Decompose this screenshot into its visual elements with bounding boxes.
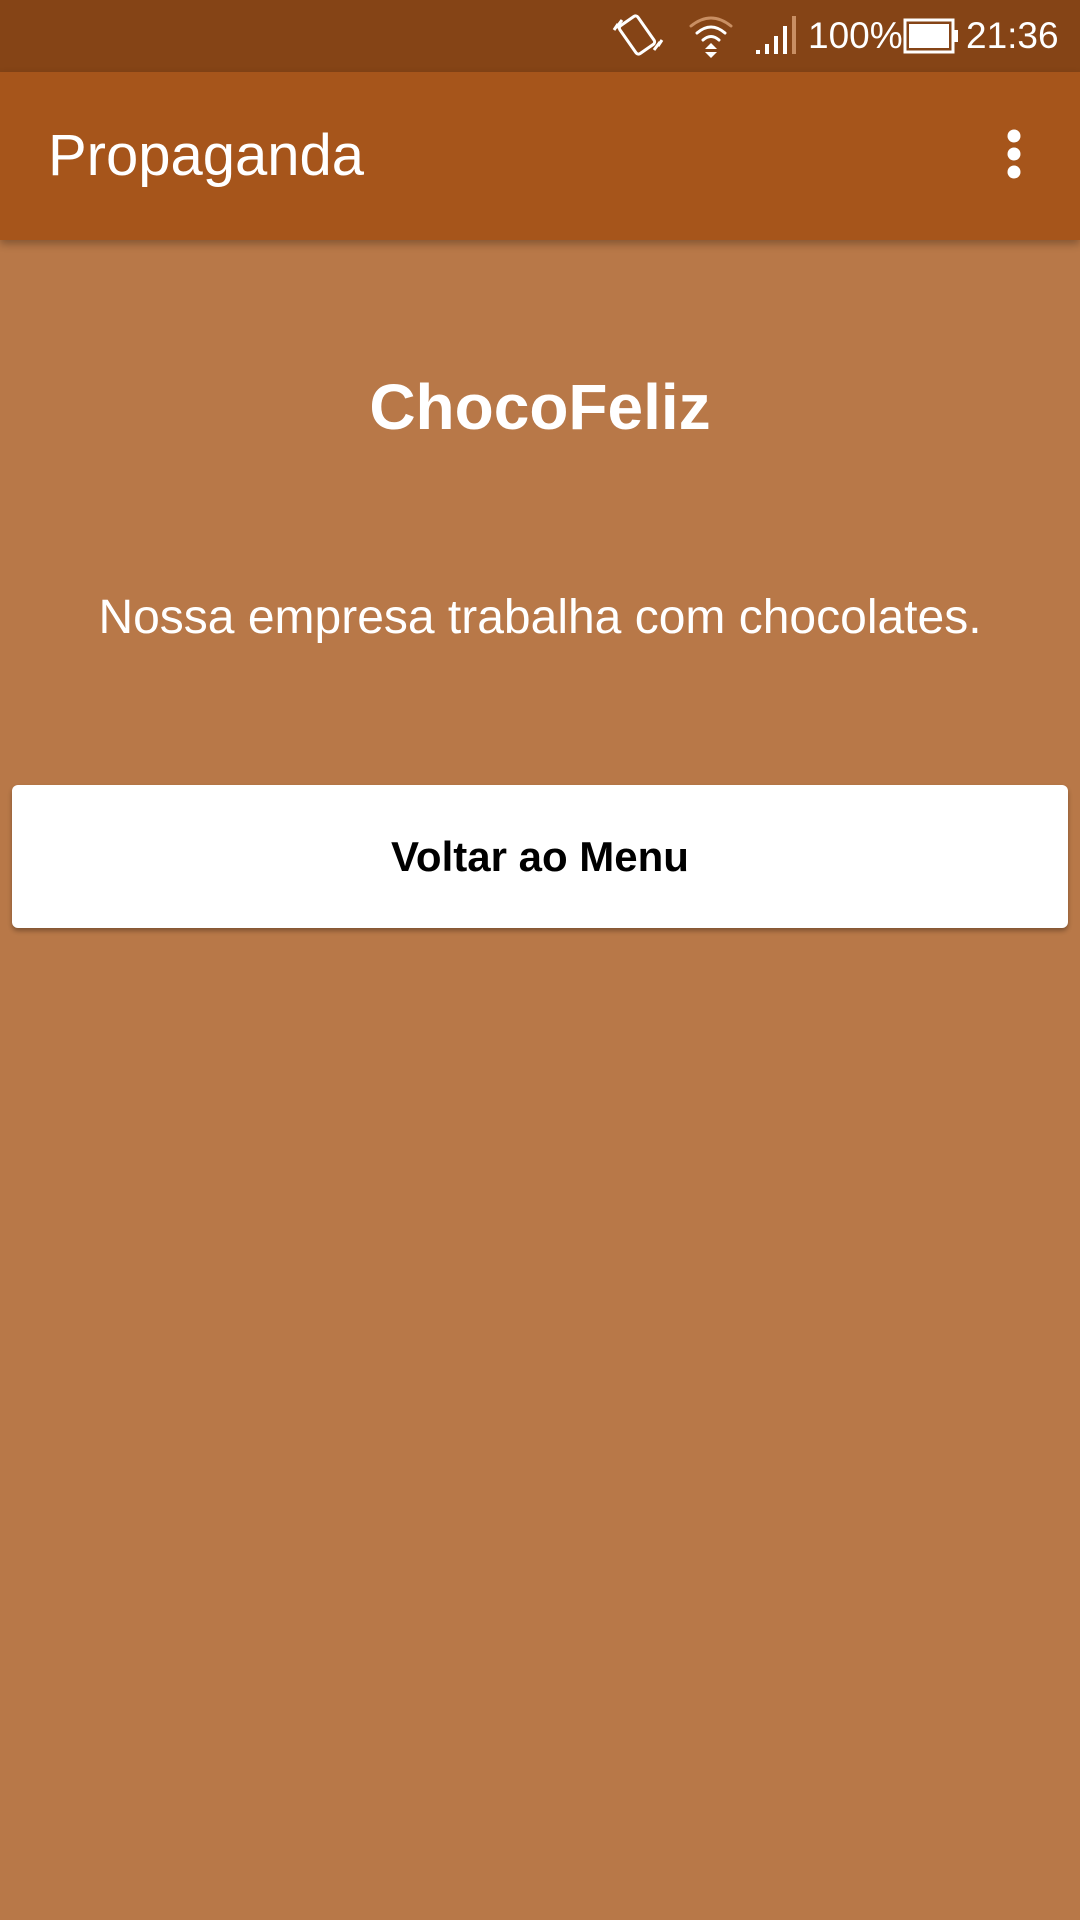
company-name-heading: ChocoFeliz [369, 371, 711, 443]
wifi-icon [686, 12, 736, 60]
vibrate-icon [612, 12, 664, 60]
main-content: ChocoFeliz Nossa empresa trabalha com ch… [0, 240, 1080, 1920]
cell-signal-icon [754, 12, 800, 60]
page-title: Propaganda [48, 123, 365, 188]
back-to-menu-button[interactable]: Voltar ao Menu [12, 785, 1068, 928]
clock: 21:36 [966, 15, 1059, 56]
company-description: Nossa empresa trabalha com chocolates. [98, 591, 982, 644]
more-options-button[interactable] [966, 108, 1062, 204]
more-vert-icon [1004, 128, 1024, 185]
app-bar: Propaganda [0, 72, 1080, 240]
battery-percent: 100% [808, 15, 903, 56]
status-bar: 100% 21:36 [0, 0, 1080, 72]
battery-icon [902, 12, 960, 60]
